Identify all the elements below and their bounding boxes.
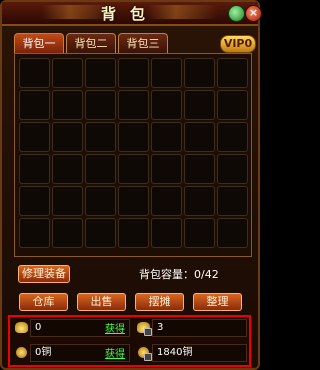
inventory-slot[interactable] — [217, 122, 248, 152]
inventory-grid-frame — [14, 53, 252, 257]
title-bar[interactable]: 背包 × — [2, 2, 262, 26]
stall-button[interactable]: 摆摊 — [135, 293, 184, 311]
inventory-slot[interactable] — [151, 154, 182, 184]
inventory-slot[interactable] — [184, 90, 215, 120]
bound-copper-field: 1840铜 — [152, 344, 247, 362]
close-icon[interactable]: × — [245, 5, 262, 22]
inventory-slot[interactable] — [52, 90, 83, 120]
inventory-slot[interactable] — [52, 122, 83, 152]
tab-bag-1[interactable]: 背包一 — [14, 33, 64, 53]
repair-equipment-button[interactable]: 修理装备 — [18, 265, 70, 283]
inventory-slot[interactable] — [52, 154, 83, 184]
bound-copper-value: 1840铜 — [157, 347, 193, 358]
inventory-slot[interactable] — [184, 58, 215, 88]
sell-button[interactable]: 出售 — [77, 293, 126, 311]
tab-bag-2[interactable]: 背包二 — [66, 33, 116, 53]
inventory-slot[interactable] — [52, 58, 83, 88]
lock-icon — [144, 328, 152, 336]
inventory-slot[interactable] — [85, 154, 116, 184]
inventory-slot[interactable] — [151, 218, 182, 248]
inventory-slot[interactable] — [118, 186, 149, 216]
vip-badge[interactable]: VIP0 — [220, 35, 256, 53]
inventory-slot[interactable] — [85, 186, 116, 216]
inventory-slot[interactable] — [118, 154, 149, 184]
lock-icon — [144, 353, 152, 361]
inventory-slot[interactable] — [184, 186, 215, 216]
currency-box: 0 获得 3 0铜 获得 1840铜 — [8, 315, 251, 367]
inventory-slot[interactable] — [118, 218, 149, 248]
ingot-value: 0 — [35, 322, 42, 333]
inventory-grid — [19, 58, 248, 248]
inventory-slot[interactable] — [217, 90, 248, 120]
inventory-slot[interactable] — [217, 186, 248, 216]
obtain-copper-link[interactable]: 获得 — [105, 345, 125, 360]
inventory-slot[interactable] — [184, 122, 215, 152]
inventory-slot[interactable] — [118, 58, 149, 88]
inventory-slot[interactable] — [19, 154, 50, 184]
window-title: 背包 — [100, 5, 159, 23]
bound-ingot-value: 3 — [157, 322, 164, 333]
inventory-slot[interactable] — [118, 122, 149, 152]
bag-capacity: 背包容量：0/42 — [139, 268, 219, 281]
inventory-slot[interactable] — [19, 186, 50, 216]
inventory-slot[interactable] — [85, 122, 116, 152]
inventory-slot[interactable] — [151, 122, 182, 152]
tab-bag-3[interactable]: 背包三 — [118, 33, 168, 53]
bound-ingot-field: 3 — [152, 319, 247, 337]
inventory-slot[interactable] — [52, 218, 83, 248]
inventory-slot[interactable] — [19, 90, 50, 120]
inventory-slot[interactable] — [19, 58, 50, 88]
inventory-slot[interactable] — [151, 58, 182, 88]
inventory-slot[interactable] — [184, 218, 215, 248]
inventory-slot[interactable] — [85, 90, 116, 120]
inventory-slot[interactable] — [19, 122, 50, 152]
copper-coin-icon — [16, 347, 27, 358]
inventory-slot[interactable] — [217, 218, 248, 248]
inventory-slot[interactable] — [151, 186, 182, 216]
inventory-slot[interactable] — [85, 218, 116, 248]
inventory-slot[interactable] — [151, 90, 182, 120]
help-icon[interactable] — [228, 5, 245, 22]
inventory-slot[interactable] — [217, 154, 248, 184]
obtain-ingot-link[interactable]: 获得 — [105, 320, 125, 335]
inventory-slot[interactable] — [118, 90, 149, 120]
copper-value: 0铜 — [35, 347, 52, 358]
inventory-slot[interactable] — [217, 58, 248, 88]
warehouse-button[interactable]: 仓库 — [19, 293, 68, 311]
sort-button[interactable]: 整理 — [193, 293, 242, 311]
ingot-icon — [15, 322, 28, 333]
inventory-slot[interactable] — [19, 218, 50, 248]
inventory-slot[interactable] — [184, 154, 215, 184]
inventory-slot[interactable] — [52, 186, 83, 216]
inventory-slot[interactable] — [85, 58, 116, 88]
